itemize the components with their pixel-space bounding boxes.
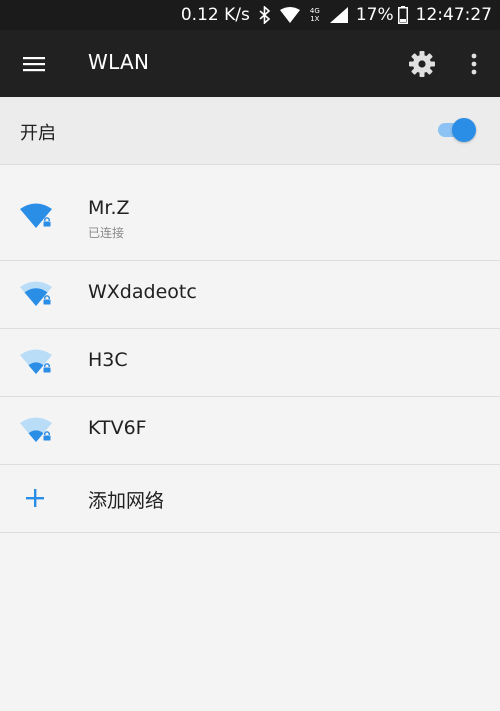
plus-icon bbox=[26, 489, 44, 507]
battery-icon bbox=[397, 6, 408, 24]
network-name: Mr.Z bbox=[88, 197, 130, 219]
wifi-lock-medium-icon bbox=[20, 281, 52, 306]
battery-text: 17% bbox=[355, 5, 394, 25]
menu-button[interactable] bbox=[20, 50, 48, 78]
status-bar: 0.12 K/s 4G 1X 17% 12:47:27 bbox=[0, 0, 500, 30]
wifi-lock-full-icon bbox=[20, 203, 52, 228]
settings-button[interactable] bbox=[406, 48, 438, 80]
network-item[interactable]: Mr.Z 已连接 bbox=[0, 165, 500, 261]
wlan-switch[interactable] bbox=[436, 117, 480, 143]
network-name: KTV6F bbox=[88, 417, 147, 439]
cell-signal-icon bbox=[329, 7, 348, 23]
network-name: WXdadeotc bbox=[88, 281, 197, 303]
clock: 12:47:27 bbox=[415, 5, 492, 25]
more-vert-icon bbox=[471, 53, 477, 75]
network-status: 已连接 bbox=[88, 226, 125, 240]
mobile-network-icon: 4G 1X bbox=[308, 7, 322, 23]
wifi-status-icon bbox=[279, 7, 300, 23]
network-name: H3C bbox=[88, 349, 128, 371]
wifi-lock-low-icon bbox=[20, 417, 52, 442]
gear-icon bbox=[409, 51, 435, 77]
network-speed: 0.12 K/s bbox=[180, 5, 250, 25]
network-list: Mr.Z 已连接 WXdadeotc H3C KTV6F 添加网络 bbox=[0, 165, 500, 533]
overflow-menu-button[interactable] bbox=[462, 48, 486, 80]
switch-thumb bbox=[452, 118, 476, 142]
hamburger-icon bbox=[23, 57, 45, 72]
bluetooth-icon bbox=[258, 6, 272, 24]
add-network-item[interactable]: 添加网络 bbox=[0, 465, 500, 533]
add-network-label: 添加网络 bbox=[88, 490, 165, 512]
network-item[interactable]: WXdadeotc bbox=[0, 261, 500, 329]
network-item[interactable]: H3C bbox=[0, 329, 500, 397]
network-item[interactable]: KTV6F bbox=[0, 397, 500, 465]
app-bar: WLAN bbox=[0, 30, 500, 97]
wlan-toggle-label: 开启 bbox=[20, 123, 56, 144]
wifi-lock-low-icon bbox=[20, 349, 52, 374]
wlan-toggle-row[interactable]: 开启 bbox=[0, 97, 500, 165]
network-type-label: 4G 1X bbox=[309, 7, 320, 23]
page-title: WLAN bbox=[88, 50, 150, 74]
